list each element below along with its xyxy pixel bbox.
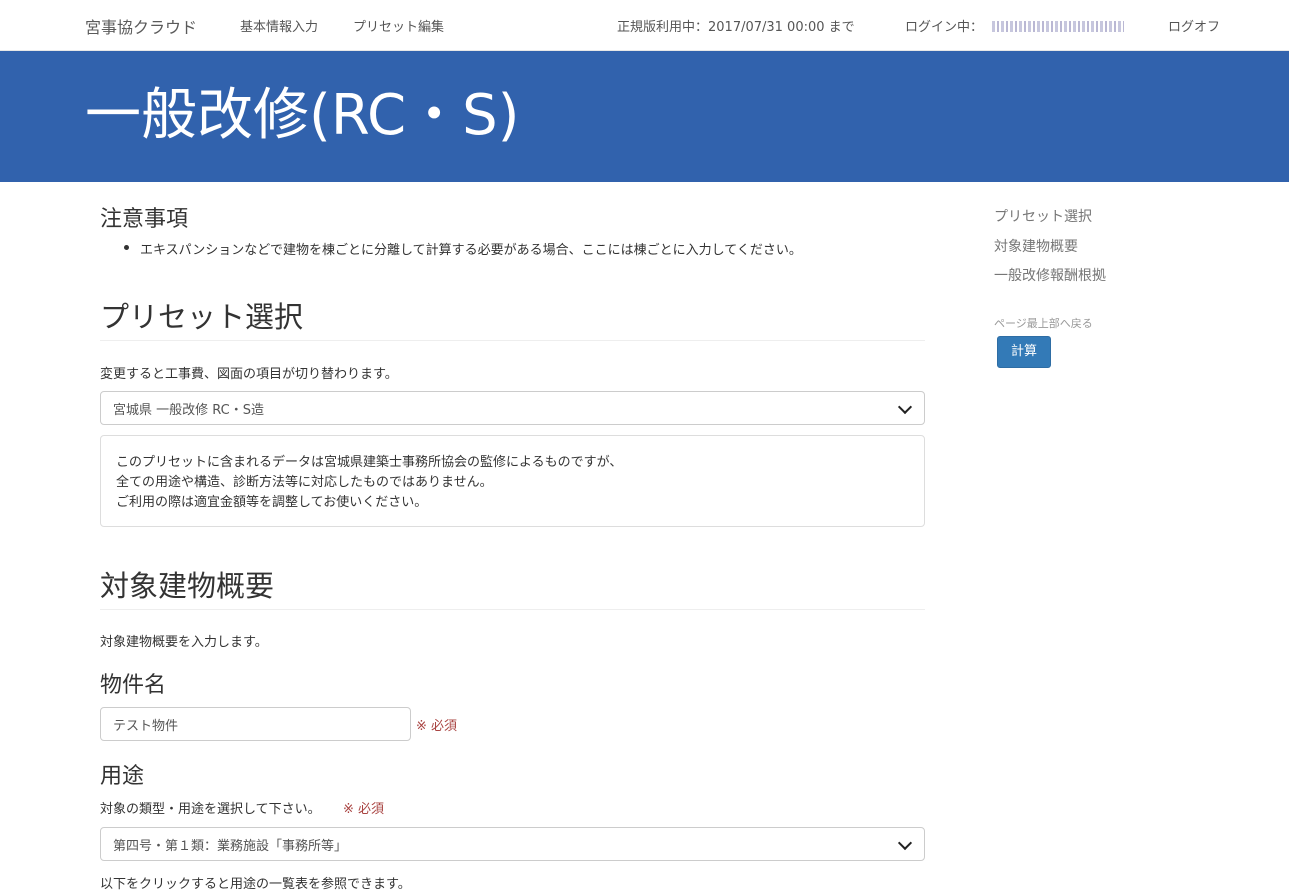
chevron-down-icon [897, 835, 913, 851]
notice-list-item: エキスパンションなどで建物を棟ごとに分離して計算する必要がある場合、ここには棟ご… [124, 239, 802, 258]
use-select[interactable]: 第四号・第１類：業務施設「事務所等」 [100, 827, 925, 861]
calculate-button[interactable]: 計算 [997, 336, 1051, 368]
use-hint: 以下をクリックすると用途の一覧表を参照できます。 [100, 877, 411, 892]
notice-heading: 注意事項 [100, 207, 189, 232]
sidebar-item-preset[interactable]: プリセット選択 [994, 206, 1092, 226]
redacted-username [992, 21, 1124, 32]
divider [100, 340, 925, 341]
license-status: 正規版利用中：2017/07/31 00:00 まで [617, 20, 855, 35]
login-label: ログイン中： [905, 20, 984, 35]
building-description: 対象建物概要を入力します。 [100, 635, 268, 650]
brand-link[interactable]: 宮事協クラウド [85, 14, 197, 38]
divider [100, 609, 925, 610]
notice-item-text: エキスパンションなどで建物を棟ごとに分離して計算する必要がある場合、ここには棟ご… [140, 243, 802, 258]
sidebar-item-fee-basis[interactable]: 一般改修報酬根拠 [994, 265, 1106, 285]
building-section-heading: 対象建物概要 [100, 569, 275, 603]
preset-select[interactable]: 宮城県 一般改修 RC・S造 [100, 391, 925, 425]
required-marker: ※ 必須 [416, 719, 458, 734]
sidebar-item-building[interactable]: 対象建物概要 [994, 236, 1078, 256]
use-description: 対象の類型・用途を選択して下さい。 [100, 802, 321, 817]
nav-preset-edit-link[interactable]: プリセット編集 [353, 16, 444, 35]
panel-line: ご利用の際は適宜金額等を調整してお使いください。 [116, 495, 428, 510]
use-label: 用途 [100, 764, 145, 789]
use-select-value: 第四号・第１類：業務施設「事務所等」 [113, 839, 348, 854]
nav-basic-info-link[interactable]: 基本情報入力 [240, 16, 318, 35]
preset-select-value: 宮城県 一般改修 RC・S造 [113, 403, 264, 418]
page-header: 一般改修(RC・S) [0, 51, 1289, 182]
logoff-link[interactable]: ログオフ [1168, 16, 1220, 35]
preset-info-panel: このプリセットに含まれるデータは宮城県建築士事務所協会の監修によるものですが、 … [100, 435, 925, 527]
page-title: 一般改修(RC・S) [85, 83, 520, 148]
panel-line: このプリセットに含まれるデータは宮城県建築士事務所協会の監修によるものですが、 [116, 455, 623, 470]
top-navbar: 宮事協クラウド 基本情報入力 プリセット編集 正規版利用中：2017/07/31… [0, 0, 1289, 51]
preset-section-heading: プリセット選択 [100, 300, 304, 334]
property-name-label: 物件名 [100, 673, 167, 698]
preset-description: 変更すると工事費、図面の項目が切り替わります。 [100, 367, 398, 382]
chevron-down-icon [897, 399, 913, 415]
back-to-top-link[interactable]: ページ最上部へ戻る [994, 315, 1093, 331]
required-marker: ※ 必須 [343, 802, 385, 817]
panel-line: 全ての用途や構造、診断方法等に対応したものではありません。 [116, 475, 493, 490]
property-name-input[interactable] [100, 707, 411, 741]
